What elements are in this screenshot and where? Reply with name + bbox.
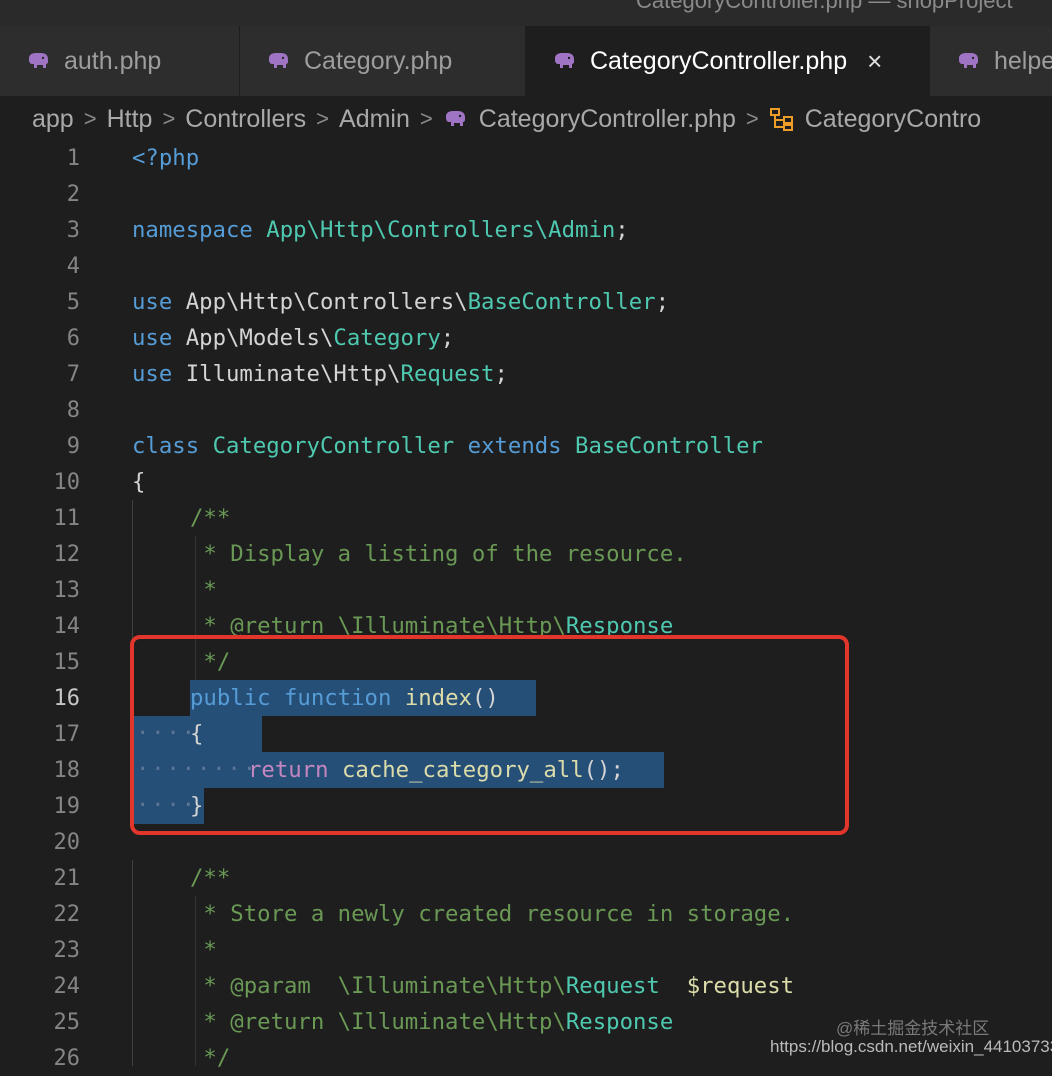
tab-label: Category.php [304, 46, 453, 75]
code-line-21: /** [190, 865, 231, 891]
code-token: extends [467, 433, 562, 459]
code-token: $request [659, 973, 795, 999]
class-symbol-icon [769, 108, 793, 131]
code-token: namespace [132, 217, 253, 243]
code-token: App\Http\Controllers\ [185, 289, 468, 315]
code-token: Request [565, 973, 660, 999]
php-elephant-icon [959, 53, 978, 68]
chevron-right-icon: > [745, 106, 759, 131]
code-token: ; [494, 361, 508, 387]
code-token: * @param \Illuminate\Http\ [190, 973, 566, 999]
code-token: class [132, 433, 200, 459]
code-content: <?php namespace App\Http\Controllers\Adm… [0, 140, 1052, 1071]
code-line-25: * @return \Illuminate\Http\Response [190, 1004, 673, 1040]
code-line-12: * Display a listing of the resource. [190, 541, 687, 567]
code-token: Illuminate\Http\ [185, 361, 401, 387]
breadcrumb: app > Http > Controllers > Admin > Categ… [0, 96, 1052, 142]
chevron-right-icon: > [83, 106, 97, 131]
code-editor[interactable]: ···· ········ ···· 1 2 3 4 5 6 7 8 9 10 11 12 13 14 15… [0, 140, 1052, 1071]
code-token: App\Models\ [185, 325, 334, 351]
code-line-22: * Store a newly created resource in stor… [190, 901, 795, 927]
code-token: Request [400, 361, 495, 387]
code-line-6: use App\Models\Category; [132, 320, 454, 356]
code-line-10: { [132, 469, 146, 495]
code-token: Category [333, 325, 441, 351]
tab-categorycontroller-php[interactable]: CategoryController.php × [526, 26, 930, 96]
code-token: ; [440, 325, 455, 351]
code-line-3: namespace App\Http\Controllers\Admin; [132, 212, 629, 248]
breadcrumb-item-controllers[interactable]: Controllers [185, 105, 306, 134]
code-token: use [132, 361, 173, 387]
breadcrumb-item-http[interactable]: Http [107, 105, 153, 134]
watermark-url: https://blog.csdn.net/weixin_44103733 [770, 1037, 1052, 1056]
code-token: BaseController [467, 289, 656, 315]
code-token: App\Http\Controllers\Admin [266, 217, 616, 243]
php-elephant-icon [29, 53, 48, 68]
breadcrumb-item-admin[interactable]: Admin [339, 105, 410, 134]
code-line-9: class CategoryController extends BaseCon… [132, 428, 763, 464]
tab-category-php[interactable]: Category.php [240, 26, 526, 96]
code-line-1: <?php [132, 140, 199, 176]
code-line-24: * @param \Illuminate\Http\Request $reque… [190, 968, 794, 1004]
code-token: ; [655, 289, 669, 315]
window-title: CategoryController.php — shopProject [636, 0, 1013, 13]
breadcrumb-item-file[interactable]: CategoryController.php [479, 105, 736, 134]
code-token: * @return \Illuminate\Http\ [190, 1009, 566, 1035]
annotation-highlight-box [130, 635, 849, 835]
code-token: <?php [132, 145, 200, 171]
code-line-7: use Illuminate\Http\Request; [132, 356, 508, 392]
php-elephant-icon [269, 53, 288, 68]
code-line-11: /** [190, 505, 231, 531]
title-bar: CategoryController.php — shopProject [0, 0, 1052, 26]
breadcrumb-item-class[interactable]: CategoryContro [805, 105, 981, 134]
chevron-right-icon: > [162, 106, 176, 131]
tab-label: helpe [994, 46, 1052, 75]
breadcrumb-item-app[interactable]: app [32, 105, 74, 134]
chevron-right-icon: > [419, 106, 433, 131]
tab-label: CategoryController.php [590, 46, 848, 75]
code-token: ; [615, 217, 629, 243]
code-line-13: * [190, 577, 217, 603]
tab-bar: auth.php Category.php CategoryController… [0, 26, 1052, 96]
code-line-23: * [190, 937, 217, 963]
php-elephant-icon [555, 53, 574, 68]
close-icon[interactable]: × [867, 46, 882, 77]
code-token: use [132, 289, 173, 315]
tab-helpers-php[interactable]: helpe [930, 26, 1052, 96]
code-token: BaseController [575, 433, 763, 459]
code-token: CategoryController [212, 433, 455, 459]
watermark-juejin: @稀土掘金技术社区 [836, 1019, 990, 1038]
tab-auth-php[interactable]: auth.php [0, 26, 240, 96]
code-line-5: use App\Http\Controllers\BaseController; [132, 284, 669, 320]
tab-label: auth.php [64, 46, 162, 75]
code-token: Response [565, 1009, 674, 1035]
php-elephant-icon [445, 111, 465, 126]
code-line-26: */ [190, 1045, 231, 1071]
chevron-right-icon: > [316, 106, 330, 131]
code-token: use [132, 325, 173, 351]
